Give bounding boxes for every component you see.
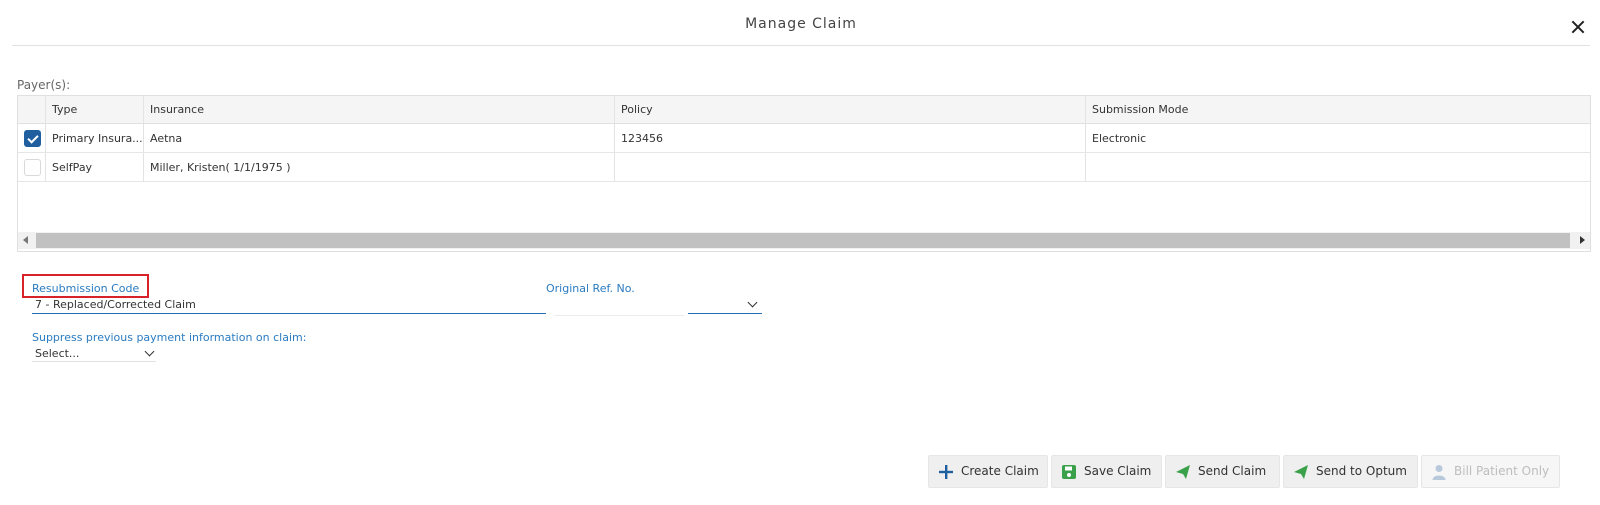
column-header-insurance[interactable]: Insurance <box>144 96 615 123</box>
column-header-policy[interactable]: Policy <box>615 96 1086 123</box>
send-icon <box>1176 465 1190 479</box>
send-icon <box>1294 465 1308 479</box>
create-claim-label: Create Claim <box>961 464 1039 478</box>
horizontal-scrollbar[interactable] <box>18 232 1590 249</box>
save-claim-label: Save Claim <box>1084 464 1152 478</box>
cell-insurance: Aetna <box>144 124 615 152</box>
resubmission-code-select[interactable]: 7 - Replaced/Corrected Claim <box>32 298 546 314</box>
row-select-cell <box>18 153 46 181</box>
save-icon <box>1062 465 1076 479</box>
create-claim-button[interactable]: Create Claim <box>928 455 1048 488</box>
bill-patient-only-label: Bill Patient Only <box>1454 464 1550 478</box>
cell-type: SelfPay <box>46 153 144 181</box>
payers-label: Payer(s): <box>17 78 71 92</box>
table-header: Type Insurance Policy Submission Mode <box>18 96 1590 124</box>
column-header-submission-mode[interactable]: Submission Mode <box>1086 96 1560 123</box>
original-ref-label: Original Ref. No. <box>546 282 635 295</box>
suppress-payment-select[interactable]: Select... <box>32 346 156 362</box>
original-ref-dropdown[interactable] <box>688 297 762 314</box>
cell-policy <box>615 153 1086 181</box>
plus-icon <box>939 465 953 479</box>
scrollbar-thumb[interactable] <box>36 233 1570 248</box>
send-claim-label: Send Claim <box>1198 464 1267 478</box>
scroll-right-icon[interactable] <box>1573 232 1590 249</box>
original-ref-input[interactable] <box>554 298 684 316</box>
cell-type: Primary Insura... <box>46 124 144 152</box>
checkbox-checked-icon[interactable] <box>24 130 41 147</box>
suppress-payment-value: Select... <box>35 347 80 360</box>
send-claim-button[interactable]: Send Claim <box>1165 455 1280 488</box>
send-to-optum-button[interactable]: Send to Optum <box>1283 455 1418 488</box>
bill-patient-only-button[interactable]: Bill Patient Only <box>1421 455 1560 488</box>
checkbox-unchecked-icon[interactable] <box>24 159 41 176</box>
table-row[interactable]: Primary Insura... Aetna 123456 Electroni… <box>18 124 1590 153</box>
resubmission-code-label: Resubmission Code <box>32 282 140 295</box>
row-select-cell <box>18 124 46 152</box>
chevron-down-icon <box>747 297 758 308</box>
suppress-payment-label: Suppress previous payment information on… <box>32 331 307 344</box>
close-icon[interactable] <box>1570 19 1586 35</box>
table-row[interactable]: SelfPay Miller, Kristen( 1/1/1975 ) <box>18 153 1590 182</box>
cell-policy: 123456 <box>615 124 1086 152</box>
page-title: Manage Claim <box>745 16 857 32</box>
user-icon <box>1432 465 1446 480</box>
header-select-col <box>18 96 46 123</box>
column-header-type[interactable]: Type <box>46 96 144 123</box>
cell-submission-mode: Electronic <box>1092 132 1147 145</box>
send-to-optum-label: Send to Optum <box>1316 464 1407 478</box>
cell-insurance: Miller, Kristen( 1/1/1975 ) <box>144 153 615 181</box>
resubmission-code-value: 7 - Replaced/Corrected Claim <box>35 298 196 311</box>
scroll-left-icon[interactable] <box>18 232 35 249</box>
dialog-header: Manage Claim <box>12 0 1590 46</box>
save-claim-button[interactable]: Save Claim <box>1051 455 1162 488</box>
chevron-down-icon <box>144 346 155 357</box>
payers-table: Type Insurance Policy Submission Mode Pr… <box>17 95 1591 252</box>
cell-submission-mode <box>1086 153 1560 181</box>
